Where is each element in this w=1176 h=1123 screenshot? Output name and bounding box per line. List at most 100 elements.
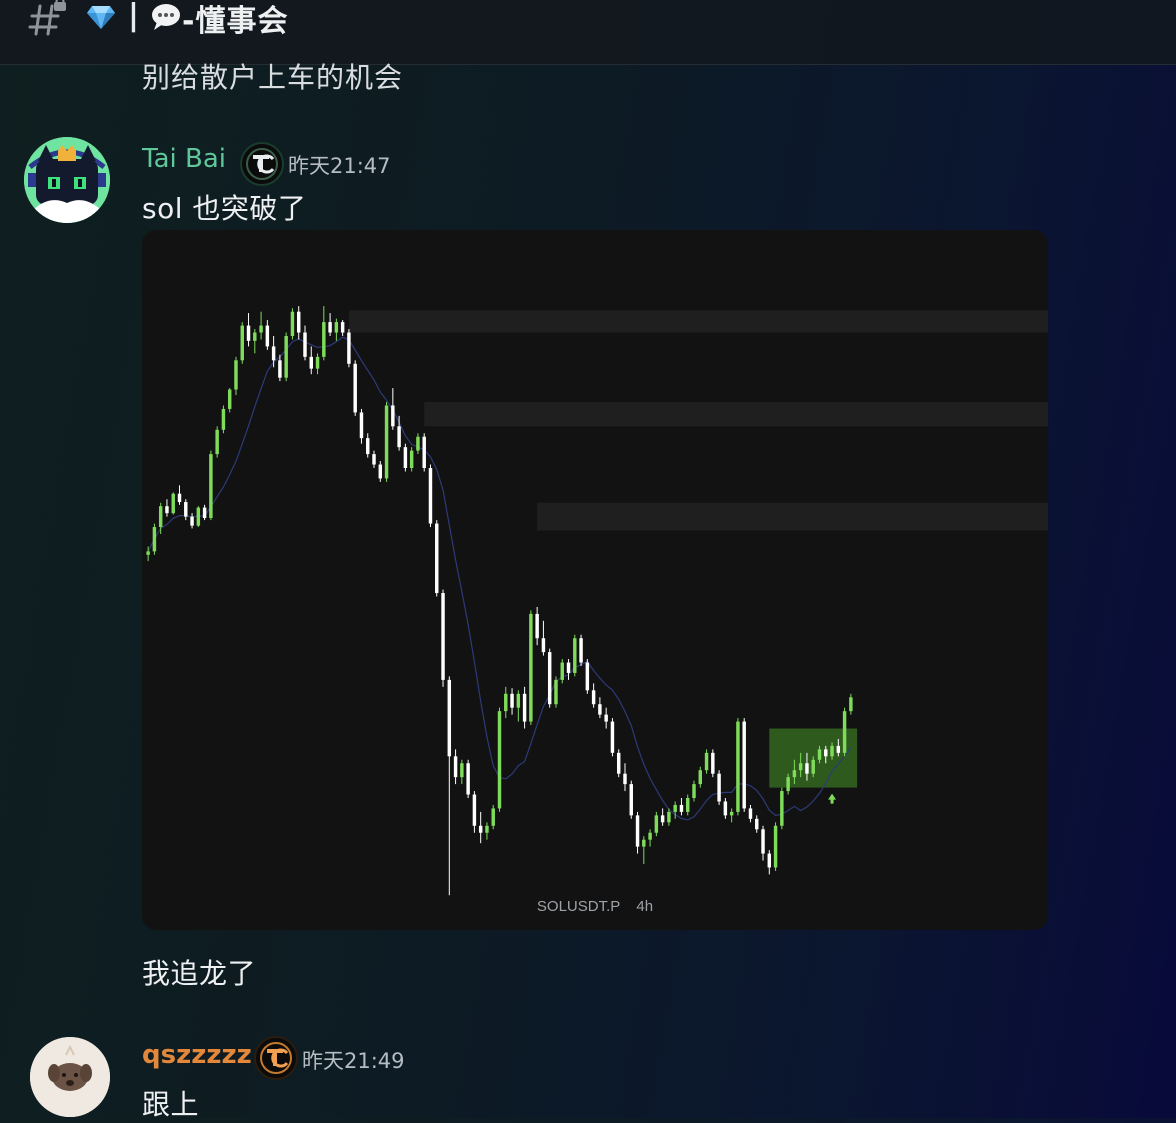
candle-body — [466, 763, 470, 795]
chart-interval: 4h — [636, 898, 654, 915]
candle-body — [654, 815, 659, 833]
candle-body — [516, 693, 521, 708]
chart-image-attachment[interactable]: SOLUSDT.P 4h — [142, 230, 1048, 930]
candle-body — [171, 493, 175, 514]
dog-avatar-icon — [30, 1037, 110, 1117]
candle-body — [629, 784, 633, 816]
candle-body — [435, 523, 439, 594]
message-text: 我追龙了 — [142, 957, 257, 990]
candle-body — [215, 429, 219, 455]
candle-body — [686, 798, 690, 812]
candle-body — [667, 811, 671, 823]
candle-body — [566, 662, 571, 673]
candle-body — [698, 770, 703, 785]
username-tai-bai[interactable]: Tai Bai — [142, 144, 226, 174]
candle-body — [347, 332, 351, 364]
candle-body — [704, 752, 709, 771]
tc-badge-icon — [254, 1036, 298, 1080]
timestamp: 昨天21:47 — [288, 154, 391, 178]
candle-body — [510, 693, 514, 708]
candle-body — [635, 815, 640, 847]
candle-body — [328, 322, 332, 333]
candle-body — [184, 502, 188, 517]
resistance-zone — [424, 402, 1048, 427]
candle-body — [397, 426, 401, 448]
candle-body — [472, 794, 477, 826]
candle-body — [541, 638, 546, 653]
message-text: 跟上 — [142, 1088, 200, 1121]
channel-name: -懂事会 — [182, 4, 289, 39]
candle-body — [522, 693, 527, 722]
candle-body — [278, 360, 282, 378]
candle-body — [460, 763, 464, 778]
candle-body — [491, 808, 495, 826]
avatar-tai-bai[interactable] — [24, 137, 110, 223]
candle-body — [780, 791, 784, 826]
message-text: sol 也突破了 — [142, 192, 307, 225]
candle-body — [554, 679, 558, 705]
candle-body — [767, 853, 772, 868]
candle-body — [221, 408, 226, 430]
candle-body — [805, 763, 809, 774]
candle-body — [372, 454, 376, 465]
candle-body — [591, 690, 596, 705]
candle-body — [642, 839, 646, 847]
candle-body — [315, 356, 320, 369]
candle-body — [723, 801, 728, 816]
hash-lock-icon — [28, 0, 66, 36]
candle-body — [761, 829, 765, 854]
tc-badge-icon — [240, 142, 284, 186]
timestamp: 昨天21:49 — [302, 1049, 405, 1073]
channel-header: | -懂事会 — [0, 0, 1176, 65]
candle-body — [384, 405, 389, 479]
candle-body — [366, 438, 370, 455]
candle-body — [604, 714, 608, 722]
chart-symbol: SOLUSDT.P — [536, 898, 621, 915]
candle-body — [428, 468, 433, 524]
candle-body — [811, 759, 815, 774]
candle-body — [786, 777, 790, 792]
candle-body — [679, 804, 684, 812]
candle-body — [598, 704, 602, 715]
candle-body — [359, 412, 364, 439]
candle-body — [573, 638, 577, 673]
candle-body — [729, 811, 734, 816]
candle-body — [824, 749, 828, 757]
candle-body — [673, 804, 677, 812]
candle-body — [792, 770, 797, 778]
candle-body — [830, 745, 834, 757]
candle-body — [409, 450, 414, 468]
candle-body — [692, 784, 696, 798]
candle-body — [234, 360, 238, 390]
candle-body — [190, 516, 194, 526]
speech-bubble-icon — [152, 4, 180, 30]
candle-body — [453, 756, 458, 778]
candle-body — [296, 311, 301, 333]
resistance-zone — [348, 310, 1048, 333]
candle-body — [616, 752, 621, 774]
candle-body — [334, 322, 339, 333]
breakout-arrow-icon — [828, 793, 837, 804]
candle-body — [322, 322, 326, 357]
candle-body — [271, 346, 276, 361]
username-qszzzzz[interactable]: qszzzzz — [142, 1040, 252, 1070]
candle-body — [158, 506, 163, 528]
candle-body — [773, 825, 778, 868]
candle-body — [736, 721, 740, 812]
candle-body — [447, 679, 452, 757]
candle-body — [353, 363, 357, 413]
candle-body — [660, 815, 665, 823]
candle-body — [560, 662, 564, 680]
candle-body — [535, 613, 539, 639]
resistance-zone — [537, 502, 1048, 531]
candle-body — [817, 749, 822, 760]
previous-message-text: 别给散户上车的机会 — [142, 61, 404, 92]
candle-body — [165, 506, 169, 514]
candle-body — [152, 527, 157, 552]
candle-body — [842, 711, 847, 753]
candle-body — [240, 325, 244, 361]
candle-body — [196, 507, 201, 526]
avatar-qszzzzz[interactable] — [30, 1037, 110, 1117]
candle-body — [202, 507, 207, 519]
candle-body — [504, 693, 508, 712]
